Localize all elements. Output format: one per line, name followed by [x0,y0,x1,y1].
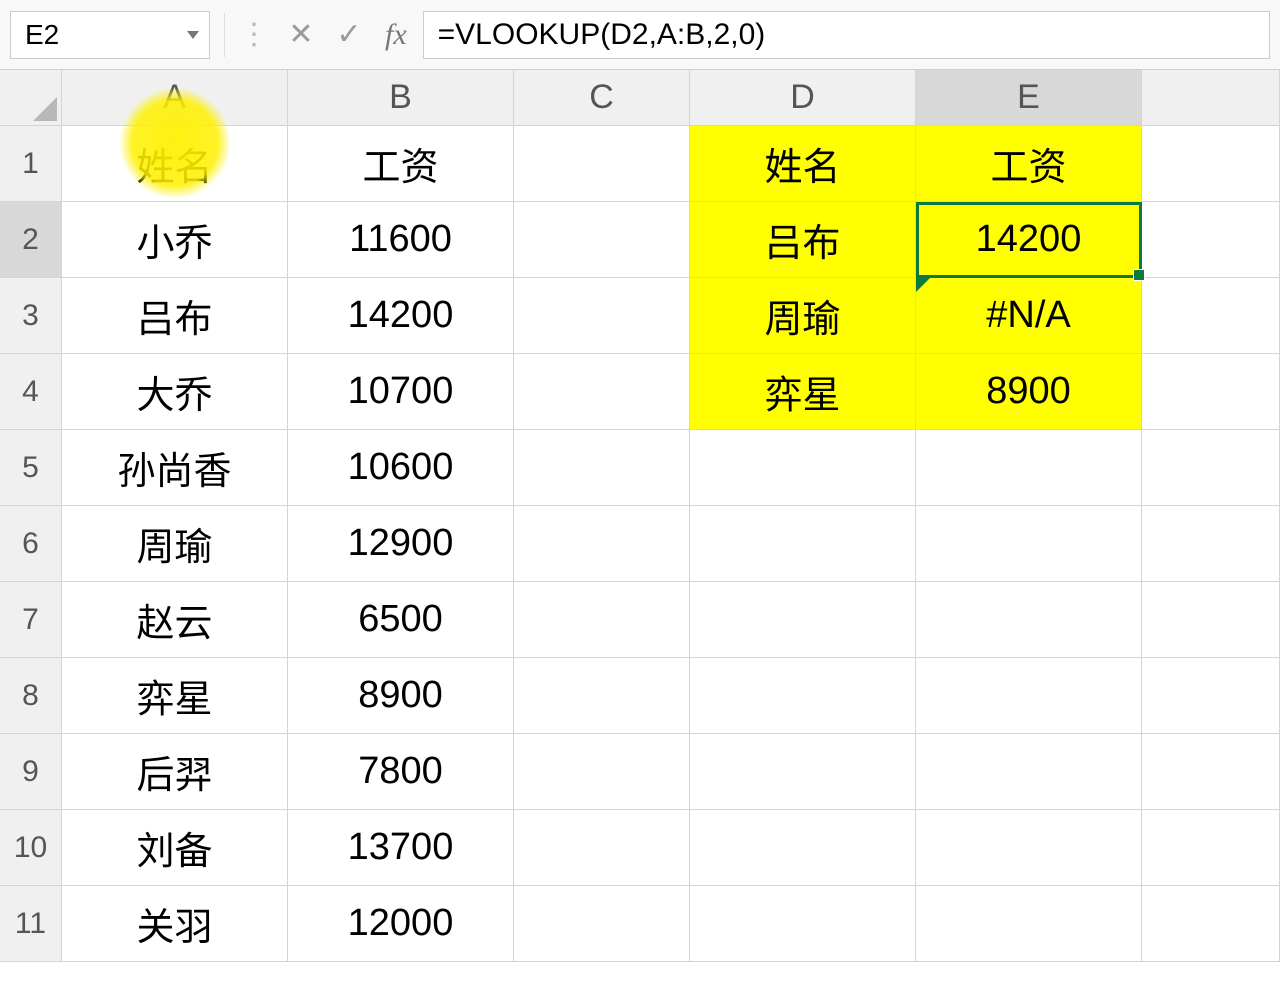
cell-A9[interactable]: 后羿 [62,734,288,810]
cell-E11[interactable] [916,886,1142,962]
cell-C8[interactable] [514,658,690,734]
col-header-blank[interactable] [1142,70,1280,126]
cell-C11[interactable] [514,886,690,962]
cell-A8[interactable]: 弈星 [62,658,288,734]
separator [224,13,225,57]
cell-F1[interactable] [1142,126,1280,202]
cancel-formula-button[interactable]: ✕ [281,15,321,55]
cell-F10[interactable] [1142,810,1280,886]
row-header-3[interactable]: 3 [0,278,62,354]
cell-D9[interactable] [690,734,916,810]
cell-F6[interactable] [1142,506,1280,582]
cell-A4[interactable]: 大乔 [62,354,288,430]
fx-icon[interactable]: fx [385,18,407,52]
cell-A2[interactable]: 小乔 [62,202,288,278]
cell-B5[interactable]: 10600 [288,430,514,506]
cell-C7[interactable] [514,582,690,658]
cell-D3[interactable]: 周瑜 [690,278,916,354]
row-header-11[interactable]: 11 [0,886,62,962]
cell-F9[interactable] [1142,734,1280,810]
cell-F8[interactable] [1142,658,1280,734]
cell-E6[interactable] [916,506,1142,582]
col-header-B[interactable]: B [288,70,514,126]
confirm-formula-button[interactable]: ✓ [329,15,369,55]
col-header-A[interactable]: A [62,70,288,126]
cell-E10[interactable] [916,810,1142,886]
cell-A7[interactable]: 赵云 [62,582,288,658]
cell-B2[interactable]: 11600 [288,202,514,278]
spreadsheet-app: E2 ⋮ ✕ ✓ fx =VLOOKUP(D2,A:B,2,0) A B C D… [0,0,1280,998]
col-header-D[interactable]: D [690,70,916,126]
cell-E7[interactable] [916,582,1142,658]
row-header-10[interactable]: 10 [0,810,62,886]
cell-B3[interactable]: 14200 [288,278,514,354]
cell-C3[interactable] [514,278,690,354]
row-header-8[interactable]: 8 [0,658,62,734]
row-header-1[interactable]: 1 [0,126,62,202]
more-icon[interactable]: ⋮ [239,17,267,52]
cell-C1[interactable] [514,126,690,202]
cell-E2[interactable]: 14200 [916,202,1142,278]
cell-E3[interactable]: #N/A [916,278,1142,354]
formula-input[interactable]: =VLOOKUP(D2,A:B,2,0) [423,11,1270,59]
cell-C4[interactable] [514,354,690,430]
select-all-corner[interactable] [0,70,62,126]
cell-E4[interactable]: 8900 [916,354,1142,430]
name-box-dropdown-icon[interactable] [187,31,199,39]
cell-B4[interactable]: 10700 [288,354,514,430]
cell-F2[interactable] [1142,202,1280,278]
cell-A11[interactable]: 关羽 [62,886,288,962]
cell-A3[interactable]: 吕布 [62,278,288,354]
cell-F3[interactable] [1142,278,1280,354]
cell-D4[interactable]: 弈星 [690,354,916,430]
spreadsheet-grid[interactable]: A B C D E 1 姓名 工资 姓名 工资 2 小乔 11600 吕布 14… [0,70,1280,962]
cell-D5[interactable] [690,430,916,506]
name-box[interactable]: E2 [10,11,210,59]
cell-C10[interactable] [514,810,690,886]
formula-bar: E2 ⋮ ✕ ✓ fx =VLOOKUP(D2,A:B,2,0) [0,0,1280,70]
row-header-4[interactable]: 4 [0,354,62,430]
cell-B8[interactable]: 8900 [288,658,514,734]
cell-C6[interactable] [514,506,690,582]
cell-B11[interactable]: 12000 [288,886,514,962]
cell-E8[interactable] [916,658,1142,734]
cell-B7[interactable]: 6500 [288,582,514,658]
cell-A1[interactable]: 姓名 [62,126,288,202]
cell-D11[interactable] [690,886,916,962]
col-header-E[interactable]: E [916,70,1142,126]
cell-A10[interactable]: 刘备 [62,810,288,886]
cell-A6[interactable]: 周瑜 [62,506,288,582]
row-header-5[interactable]: 5 [0,430,62,506]
row-header-7[interactable]: 7 [0,582,62,658]
cell-D10[interactable] [690,810,916,886]
cell-E1[interactable]: 工资 [916,126,1142,202]
cell-B1[interactable]: 工资 [288,126,514,202]
cell-B9[interactable]: 7800 [288,734,514,810]
cell-E9[interactable] [916,734,1142,810]
row-header-2[interactable]: 2 [0,202,62,278]
cell-E5[interactable] [916,430,1142,506]
cell-C5[interactable] [514,430,690,506]
cell-B6[interactable]: 12900 [288,506,514,582]
col-header-C[interactable]: C [514,70,690,126]
cell-F5[interactable] [1142,430,1280,506]
cell-A5[interactable]: 孙尚香 [62,430,288,506]
row-header-9[interactable]: 9 [0,734,62,810]
cell-B10[interactable]: 13700 [288,810,514,886]
cell-D1[interactable]: 姓名 [690,126,916,202]
row-header-6[interactable]: 6 [0,506,62,582]
cell-F4[interactable] [1142,354,1280,430]
cell-D2[interactable]: 吕布 [690,202,916,278]
cell-F7[interactable] [1142,582,1280,658]
formula-text: =VLOOKUP(D2,A:B,2,0) [438,18,766,52]
cell-D8[interactable] [690,658,916,734]
cell-D6[interactable] [690,506,916,582]
cell-reference: E2 [25,19,59,51]
cell-D7[interactable] [690,582,916,658]
cell-C2[interactable] [514,202,690,278]
cell-C9[interactable] [514,734,690,810]
cell-F11[interactable] [1142,886,1280,962]
